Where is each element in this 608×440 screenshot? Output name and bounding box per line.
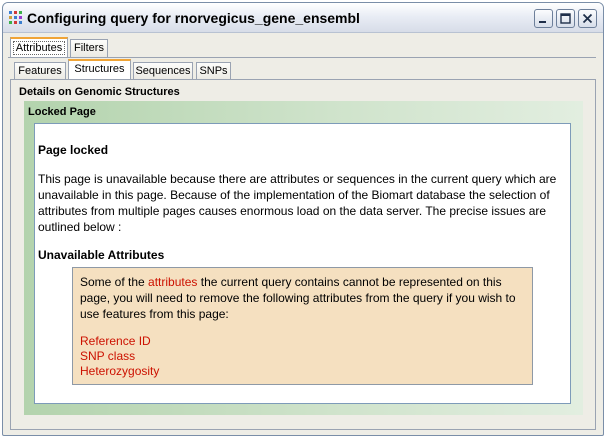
window-title: Configuring query for rnorvegicus_gene_e… [27, 10, 360, 26]
list-item: Heterozygosity [80, 364, 160, 378]
maximize-icon [560, 13, 571, 24]
attributes-link[interactable]: attributes [148, 275, 197, 289]
list-item: Reference ID [80, 334, 151, 348]
lock-description: This page is unavailable because there a… [38, 172, 557, 234]
close-icon [582, 13, 593, 24]
title-bar[interactable]: Configuring query for rnorvegicus_gene_e… [3, 3, 603, 33]
tab-structures[interactable]: Structures [68, 59, 131, 79]
outer-tabs-divider [8, 57, 596, 58]
tab-label: Attributes [12, 41, 66, 55]
locked-page-title: Locked Page [28, 106, 96, 118]
maximize-button[interactable] [556, 9, 575, 28]
minimize-icon [539, 21, 546, 23]
minimize-button[interactable] [534, 9, 553, 28]
tab-sequences[interactable]: Sequences [133, 62, 193, 79]
tab-snps[interactable]: SNPs [196, 62, 231, 79]
unavailable-attribute-list: Reference ID SNP class Heterozygosity [80, 334, 159, 379]
tab-attributes[interactable]: Attributes [10, 37, 68, 57]
tab-filters[interactable]: Filters [70, 39, 108, 57]
tab-features[interactable]: Features [14, 62, 66, 79]
unavailable-attributes-heading: Unavailable Attributes [38, 248, 165, 262]
notice-text: Some of the attributes the current query… [80, 274, 530, 322]
list-item: SNP class [80, 349, 136, 363]
section-title: Details on Genomic Structures [19, 86, 180, 98]
close-button[interactable] [578, 9, 597, 28]
biomart-app-icon [9, 11, 23, 25]
page-locked-heading: Page locked [38, 143, 109, 157]
notice-text-start: Some of the [80, 275, 149, 289]
